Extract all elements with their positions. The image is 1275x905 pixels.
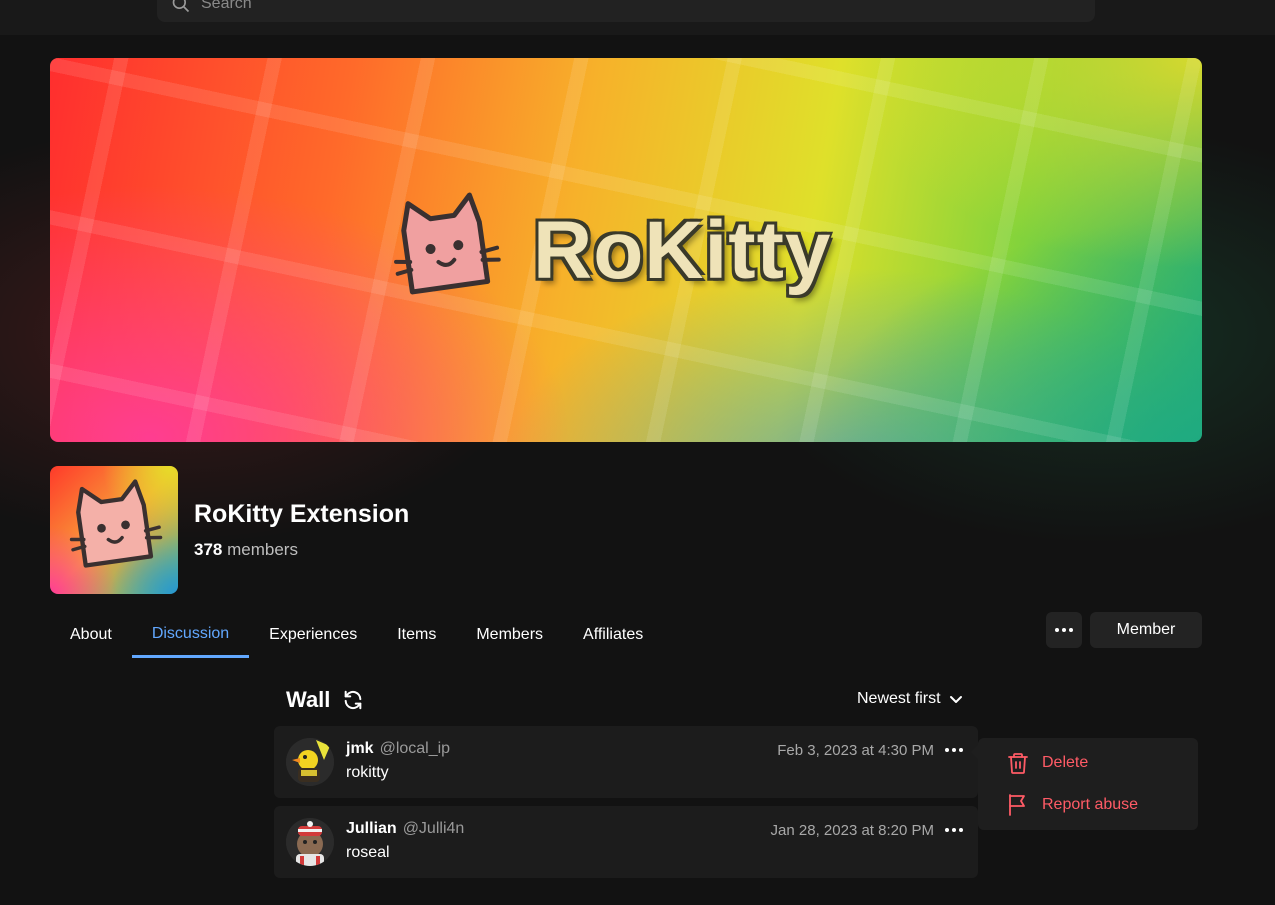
ellipsis-icon (945, 748, 963, 752)
group-name: RoKitty Extension (194, 500, 410, 528)
tab-affiliates[interactable]: Affiliates (563, 612, 663, 658)
ellipsis-icon (945, 828, 963, 832)
tab-items[interactable]: Items (377, 612, 456, 658)
post-author-name: jmk (346, 740, 374, 757)
search-icon (172, 0, 190, 13)
report-abuse-menu-item[interactable]: Report abuse (1006, 791, 1138, 819)
group-icon (50, 466, 178, 594)
post-context-menu: Delete Report abuse (971, 738, 1198, 830)
delete-label: Delete (1042, 754, 1089, 771)
cat-logo-icon (69, 479, 163, 568)
post-body: roseal (346, 844, 390, 861)
chevron-down-icon (949, 696, 962, 703)
post-options-button[interactable] (944, 820, 964, 840)
menu-caret (971, 745, 978, 759)
flag-icon (1009, 794, 1025, 816)
group-banner: RoKitty (50, 58, 1202, 442)
member-count: 378 members (194, 540, 298, 560)
member-count-value: 378 (194, 540, 223, 559)
tab-members[interactable]: Members (456, 612, 563, 658)
wall-post: jmk @local_ip rokitty Feb 3, 2023 at 4:30… (274, 726, 978, 798)
wall-title: Wall (286, 687, 331, 712)
ellipsis-icon (1055, 628, 1073, 632)
sort-label: Newest first (857, 690, 941, 707)
delete-menu-item[interactable]: Delete (1006, 749, 1088, 777)
sort-dropdown[interactable]: Newest first (857, 690, 963, 708)
avatar[interactable] (286, 738, 334, 786)
refresh-icon[interactable] (342, 689, 364, 711)
post-author-handle: @Julli4n (402, 820, 465, 837)
post-options-button[interactable] (944, 740, 964, 760)
post-date: Jan 28, 2023 at 8:20 PM (770, 822, 934, 839)
member-count-suffix: members (227, 540, 298, 559)
member-button[interactable]: Member (1090, 612, 1202, 648)
top-bar: Search (0, 0, 1275, 35)
more-options-button[interactable] (1046, 612, 1082, 648)
trash-icon (1008, 753, 1028, 774)
wall-post: Jullian @Julli4n roseal Jan 28, 2023 at 8… (274, 806, 978, 878)
post-author[interactable]: Jullian @Julli4n (346, 820, 464, 838)
group-tabs: About Discussion Experiences Items Membe… (50, 612, 663, 660)
tab-about[interactable]: About (50, 612, 132, 658)
report-abuse-label: Report abuse (1042, 796, 1139, 813)
cat-logo-icon (394, 192, 501, 294)
tab-experiences[interactable]: Experiences (249, 612, 377, 658)
post-author[interactable]: jmk @local_ip (346, 740, 450, 758)
post-date: Feb 3, 2023 at 4:30 PM (777, 742, 934, 759)
banner-logo: RoKitty (385, 188, 885, 313)
banner-wordmark: RoKitty (533, 204, 832, 296)
avatar[interactable] (286, 818, 334, 866)
user-avatar-icon (286, 818, 334, 866)
search-input[interactable]: Search (157, 0, 1095, 22)
post-author-name: Jullian (346, 820, 397, 837)
tab-discussion[interactable]: Discussion (131, 612, 250, 658)
post-body: rokitty (346, 764, 389, 781)
wall-header: Wall (286, 687, 364, 713)
search-placeholder: Search (201, 0, 252, 12)
post-author-handle: @local_ip (379, 740, 451, 757)
user-avatar-icon (286, 738, 334, 786)
